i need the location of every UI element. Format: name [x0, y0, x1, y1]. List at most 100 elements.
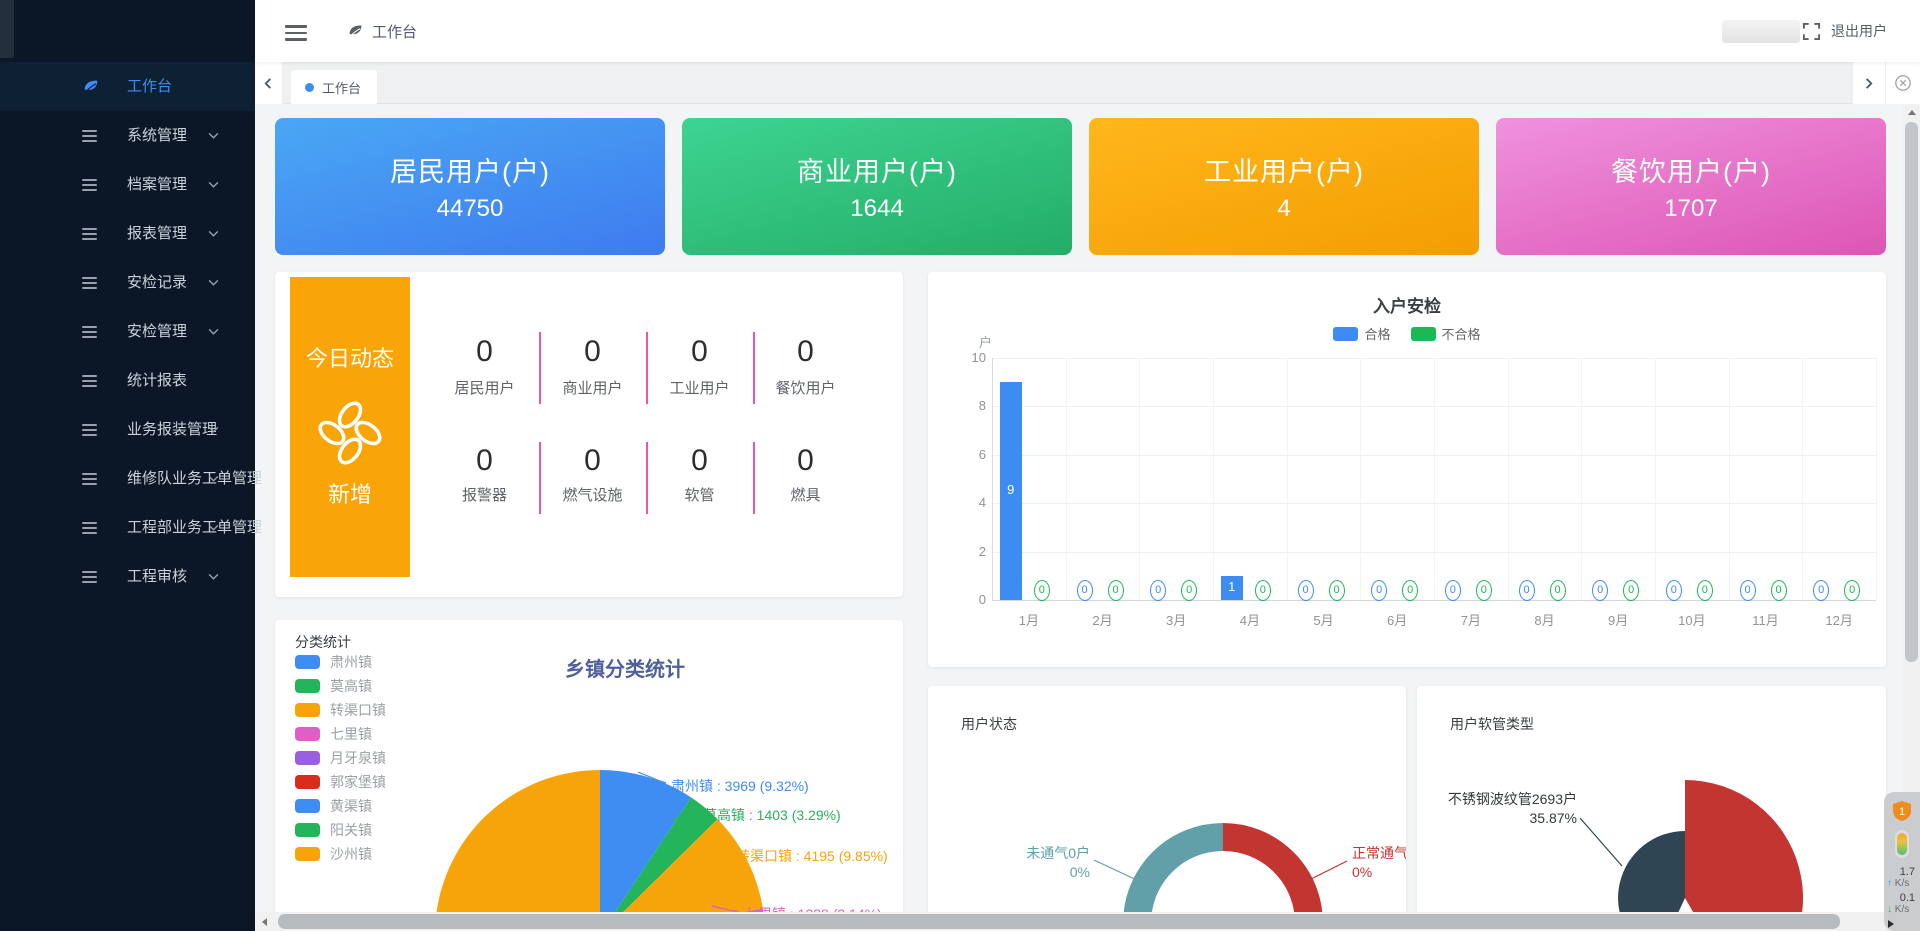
- gridline-v: [1066, 358, 1067, 600]
- township-pie-card: 分类统计 肃州镇莫高镇转渠口镇七里镇月牙泉镇郭家堡镇黄渠镇阳关镇沙州镇 乡镇分类…: [275, 620, 903, 931]
- sidebar-item-label: 统计报表: [127, 356, 187, 405]
- status-label-right: 正常通气0户0%: [1352, 844, 1406, 882]
- leaf-icon: [347, 23, 364, 40]
- sidebar-item-3[interactable]: 报表管理: [0, 209, 255, 258]
- y-tick-label: 0: [956, 592, 986, 607]
- sidebar-item-label: 维修队业务工单管理: [127, 454, 262, 503]
- sidebar-item-4[interactable]: 安检记录: [0, 258, 255, 307]
- today-stat-value: 0: [647, 335, 752, 369]
- x-tick-label: 7月: [1434, 610, 1508, 629]
- chevron-down-icon: [208, 475, 219, 482]
- upload-speed-unit: ↑ K/s: [1887, 878, 1920, 889]
- stat-card-title: 商业用户(户): [682, 150, 1072, 189]
- today-stat-label: 燃具: [753, 484, 858, 505]
- horizontal-scrollbar-thumb[interactable]: [278, 914, 1840, 929]
- today-divider: [539, 442, 541, 514]
- sidebar-item-10[interactable]: 工程审核: [0, 552, 255, 601]
- pie-callout-label: 莫高镇 : 1403 (3.29%): [703, 805, 841, 825]
- sidebar-item-2[interactable]: 档案管理: [0, 160, 255, 209]
- fullscreen-icon[interactable]: [1802, 22, 1821, 41]
- vertical-scrollbar-thumb[interactable]: [1905, 122, 1918, 662]
- today-stat-value: 0: [540, 444, 645, 478]
- scrollbar-up-arrow[interactable]: [1903, 104, 1920, 121]
- today-divider: [539, 332, 541, 404]
- tab-bar-controls: [1852, 62, 1920, 104]
- stat-card-title: 工业用户(户): [1089, 150, 1479, 189]
- sidebar-item-8[interactable]: 维修队业务工单管理: [0, 454, 255, 503]
- sidebar-item-label: 系统管理: [127, 111, 187, 160]
- y-axis-unit-label: 户: [962, 332, 992, 351]
- gridline-v: [1802, 358, 1803, 600]
- stat-card-title: 餐饮用户(户): [1496, 150, 1886, 189]
- chevron-down-icon: [208, 230, 219, 237]
- zero-label-不合格-3月: 0: [1181, 580, 1197, 601]
- zero-label-合格-12月: 0: [1813, 580, 1829, 601]
- zero-label-不合格-11月: 0: [1771, 580, 1787, 601]
- flower-icon: [314, 397, 386, 469]
- chevron-down-icon: [208, 524, 219, 531]
- menu-lines-icon: [82, 568, 100, 586]
- network-monitor-widget[interactable]: 1 1.7 ↑ K/s 0.1 ↓ K/s: [1884, 792, 1920, 931]
- today-stat-label: 软管: [647, 484, 752, 505]
- x-tick-label: 4月: [1213, 610, 1287, 629]
- gridline-v: [1655, 358, 1656, 600]
- today-stat-value: 0: [753, 444, 858, 478]
- sidebar-item-6[interactable]: 统计报表: [0, 356, 255, 405]
- logout-button[interactable]: 退出用户: [1831, 0, 1887, 62]
- sidebar-item-1[interactable]: 系统管理: [0, 111, 255, 160]
- chevron-down-icon: [208, 573, 219, 580]
- bar-value-label: 9: [1000, 482, 1022, 497]
- gridline-v: [1581, 358, 1582, 600]
- x-tick-label: 10月: [1655, 610, 1729, 629]
- tabs-scroll-right-button[interactable]: [1853, 62, 1886, 104]
- horizontal-scrollbar[interactable]: [255, 912, 1920, 931]
- menu-lines-icon: [82, 421, 100, 439]
- menu-lines-icon: [82, 225, 100, 243]
- gridline-v: [1434, 358, 1435, 600]
- chevron-down-icon: [208, 328, 219, 335]
- chevron-down-icon: [208, 181, 219, 188]
- sidebar-item-9[interactable]: 工程部业务工单管理: [0, 503, 255, 552]
- menu-lines-icon: [82, 127, 100, 145]
- menu-lines-icon: [82, 372, 100, 390]
- username-area[interactable]: [1722, 20, 1800, 43]
- scrollbar-left-arrow[interactable]: [255, 912, 273, 931]
- gridline-v: [1508, 358, 1509, 600]
- sidebar-item-label: 安检管理: [127, 307, 187, 356]
- zero-label-不合格-12月: 0: [1844, 580, 1860, 601]
- chevron-down-icon: [208, 132, 219, 139]
- sidebar-item-7[interactable]: 业务报装管理: [0, 405, 255, 454]
- gridline-v: [1360, 358, 1361, 600]
- download-speed-value: 0.1: [1885, 892, 1915, 904]
- stat-card-value: 44750: [275, 195, 665, 223]
- sidebar-item-label: 工作台: [127, 62, 172, 111]
- zero-label-合格-5月: 0: [1298, 580, 1314, 601]
- gridline-v: [1876, 358, 1877, 600]
- sidebar-item-5[interactable]: 安检管理: [0, 307, 255, 356]
- bar-value-label: 1: [1221, 579, 1243, 594]
- today-stat-label: 餐饮用户: [753, 377, 858, 398]
- stat-card-value: 4: [1089, 195, 1479, 223]
- pie-chart: 肃州镇 : 3969 (9.32%)莫高镇 : 1403 (3.29%)转渠口镇…: [275, 620, 903, 931]
- today-dynamics-card: 今日动态 新增 0居民用户0商业用户0工业用户0餐饮用户0报警器0燃气设施0软管…: [275, 272, 903, 597]
- leaf-icon: [82, 78, 100, 96]
- stat-card-value: 1707: [1496, 195, 1886, 223]
- gridline-v: [1139, 358, 1140, 600]
- sidebar-top-sliver: [0, 0, 14, 58]
- tabs-close-all-icon[interactable]: [1886, 62, 1920, 104]
- expand-triangle-icon[interactable]: [1888, 920, 1894, 928]
- zero-label-合格-10月: 0: [1666, 580, 1682, 601]
- tab-bar: 工作台: [255, 62, 1920, 104]
- sidebar: 工作台系统管理档案管理报表管理安检记录安检管理统计报表业务报装管理维修队业务工单…: [0, 0, 255, 931]
- today-stat-value: 0: [753, 335, 858, 369]
- tab-workbench[interactable]: 工作台: [291, 70, 377, 104]
- sidebar-item-workbench[interactable]: 工作台: [0, 62, 255, 111]
- stat-card-1: 商业用户(户)1644: [682, 118, 1072, 255]
- tab-label: 工作台: [322, 78, 361, 97]
- zero-label-合格-9月: 0: [1592, 580, 1608, 601]
- inspection-chart-plot: 户02468101月902月003月004月105月006月007月008月00…: [928, 272, 1886, 667]
- sidebar-item-label: 档案管理: [127, 160, 187, 209]
- hamburger-icon[interactable]: [285, 21, 307, 41]
- tabs-scroll-left-button[interactable]: [255, 62, 283, 104]
- today-stat-label: 报警器: [432, 484, 537, 505]
